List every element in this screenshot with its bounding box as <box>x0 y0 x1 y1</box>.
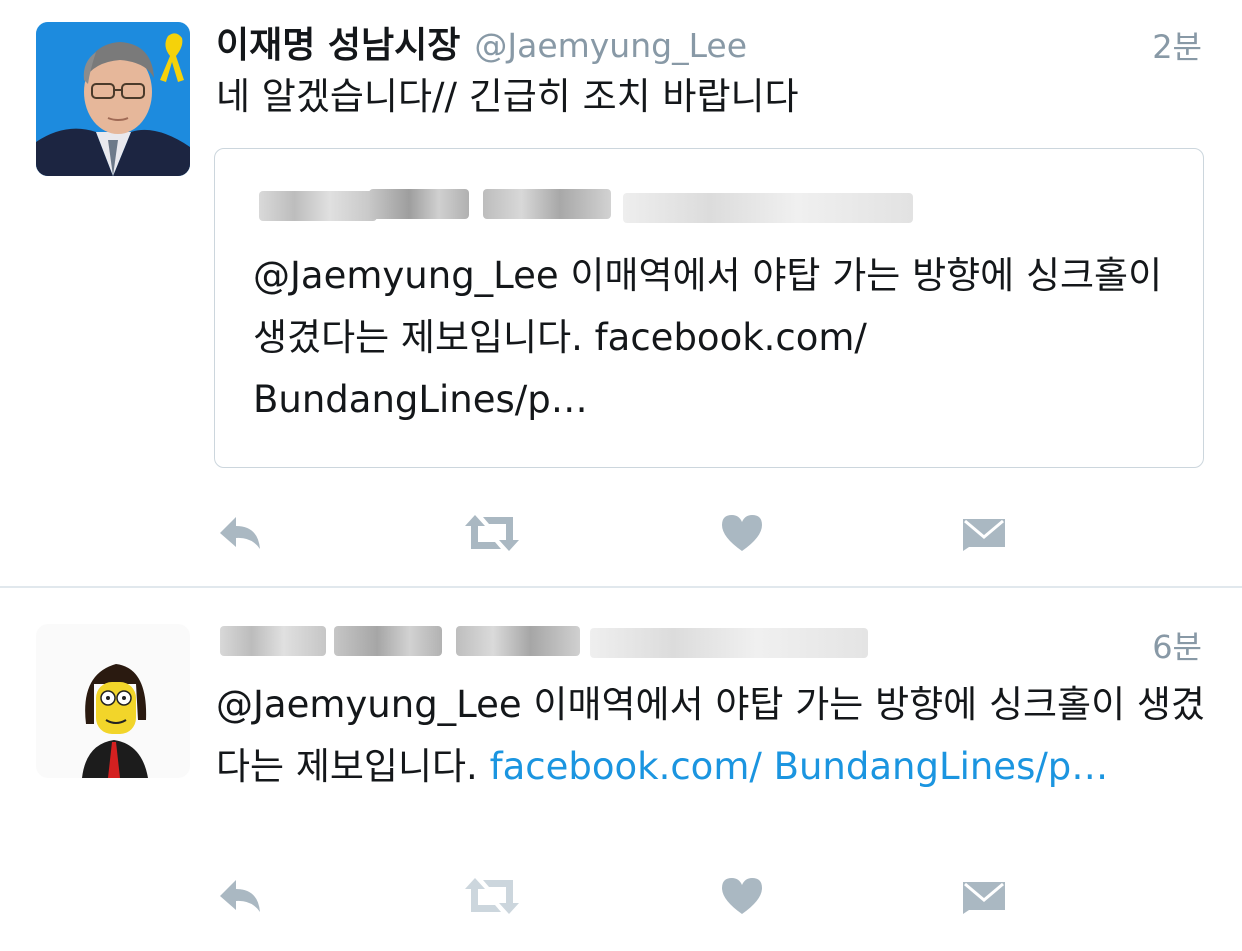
tweet[interactable]: 이재명 성남시장 @Jaemyung_Lee 2분 네 알겠습니다// 긴급히 조… <box>0 0 1242 587</box>
timestamp[interactable]: 2분 <box>1152 22 1202 68</box>
tweet-actions <box>0 505 1242 565</box>
direct-message-icon <box>963 519 1005 551</box>
tweet-link[interactable]: facebook.com/ BundangLines/p… <box>490 745 1109 788</box>
direct-message-icon <box>963 882 1005 914</box>
direct-message-button[interactable] <box>954 505 1014 561</box>
quoted-tweet-text: @Jaemyung_Lee 이매역에서 야탑 가는 방향에 싱크홀이 생겼다는 … <box>253 254 1163 421</box>
reply-icon <box>220 517 260 549</box>
reply-icon <box>220 880 260 912</box>
tweet[interactable]: 6분 @Jaemyung_Lee 이매역에서 야탑 가는 방향에 싱크홀이 생겼… <box>0 588 1242 951</box>
direct-message-button[interactable] <box>954 868 1014 924</box>
timestamp[interactable]: 6분 <box>1152 622 1202 668</box>
like-button[interactable] <box>712 505 772 561</box>
tweet-actions <box>0 868 1242 928</box>
tweet-header: 이재명 성남시장 @Jaemyung_Lee <box>216 16 747 66</box>
quoted-tweet[interactable]: @Jaemyung_Lee 이매역에서 야탑 가는 방향에 싱크홀이 생겼다는 … <box>214 148 1204 468</box>
retweet-button[interactable] <box>462 505 522 561</box>
display-name[interactable]: 이재명 성남시장 <box>216 25 460 66</box>
retweet-button[interactable] <box>462 868 522 924</box>
like-button[interactable] <box>712 868 772 924</box>
avatar-image <box>36 22 190 176</box>
like-icon <box>722 878 762 914</box>
tweet-text: 네 알겠습니다// 긴급히 조치 바랍니다 <box>216 75 799 118</box>
retweet-icon <box>465 515 519 551</box>
user-handle[interactable]: @Jaemyung_Lee <box>474 26 747 65</box>
avatar[interactable] <box>36 624 190 778</box>
like-icon <box>722 515 762 551</box>
avatar[interactable] <box>36 22 190 176</box>
reply-button[interactable] <box>210 505 270 561</box>
avatar-image <box>36 624 190 778</box>
tweet-text: @Jaemyung_Lee 이매역에서 야탑 가는 방향에 싱크홀이 생겼다는 … <box>216 674 1206 798</box>
reply-button[interactable] <box>210 868 270 924</box>
retweet-icon <box>465 878 519 914</box>
